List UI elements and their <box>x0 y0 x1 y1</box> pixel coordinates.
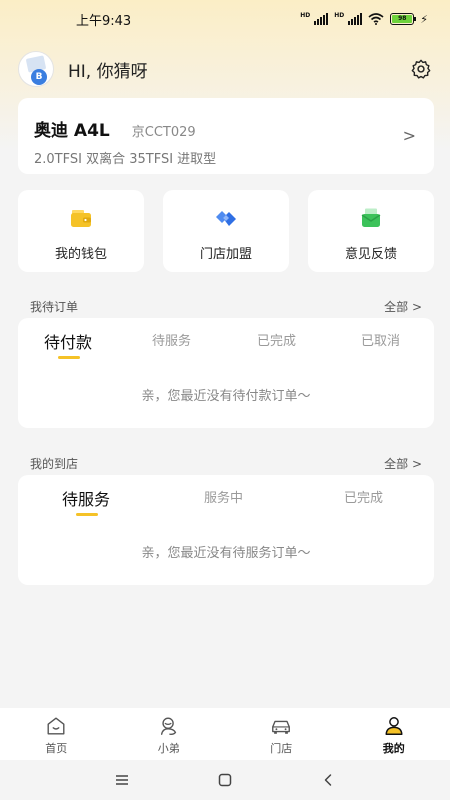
battery-icon: 98 <box>390 13 417 25</box>
my-visits-tabs: 待服务 服务中 已完成 <box>18 475 434 521</box>
vehicle-card[interactable]: 奥迪 A4L 京CCT029 2.0TFSI 双离合 35TFSI 进取型 > <box>18 98 434 174</box>
tabbar-item-home[interactable]: 首页 <box>0 708 113 760</box>
vehicle-name: 奥迪 A4L <box>34 121 110 141</box>
store-join-label: 门店加盟 <box>199 247 252 262</box>
pending-orders-empty-message: 亲，您最近没有待付款订单～ <box>141 389 311 404</box>
system-nav-bar <box>0 760 450 800</box>
tabbar-item-profile[interactable]: 我的 <box>338 708 450 760</box>
hd-icon: HD <box>300 11 311 19</box>
tabbar-item-assistant[interactable]: 小弟 <box>113 708 226 760</box>
tabbar-label-assistant: 小弟 <box>157 742 180 755</box>
status-time: 上午9:43 <box>76 13 132 29</box>
tab-visit-pending-service[interactable]: 待服务 <box>62 486 110 510</box>
tab-pending-payment[interactable]: 待付款 <box>44 329 92 353</box>
feedback-icon <box>361 208 381 227</box>
status-bar: 上午9:43 HD HD 98 ⚡ <box>0 0 450 38</box>
menu-icon <box>115 775 128 785</box>
tabbar-label-profile: 我的 <box>382 742 405 755</box>
pending-orders-title: 我待订单 <box>30 300 79 314</box>
feedback-label: 意见反馈 <box>344 247 397 262</box>
signal-icon-2 <box>348 13 363 25</box>
battery-level: 98 <box>392 15 413 23</box>
tab-cancelled[interactable]: 已取消 <box>361 330 400 349</box>
avatar[interactable]: B <box>18 51 54 87</box>
tab-visit-in-service[interactable]: 服务中 <box>204 487 243 506</box>
my-visits-empty-message: 亲，您最近没有待服务订单～ <box>141 546 311 561</box>
pending-orders-tabs: 待付款 待服务 已完成 已取消 <box>18 318 434 364</box>
back-chevron-icon <box>325 774 332 786</box>
greeting-text: HI, 你猜呀 <box>68 61 148 82</box>
chevron-right-icon: > <box>402 126 416 145</box>
menu-button[interactable] <box>110 768 134 792</box>
pending-orders-all-link[interactable]: 全部 > <box>384 298 422 315</box>
car-store-icon <box>272 720 291 734</box>
my-visits-card: 待服务 服务中 已完成 亲，您最近没有待服务订单～ <box>18 475 434 585</box>
home-icon <box>47 717 65 735</box>
active-tab-indicator <box>76 513 98 516</box>
license-plate: 京CCT029 <box>131 125 196 140</box>
wallet-label: 我的钱包 <box>54 247 107 262</box>
my-visits-title: 我的到店 <box>30 457 79 471</box>
profile-icon <box>385 717 403 735</box>
assistant-icon <box>160 717 176 736</box>
active-tab-indicator <box>58 356 80 359</box>
back-button[interactable] <box>316 768 340 792</box>
store-join-icon <box>216 211 236 226</box>
hd-icon-2: HD <box>334 11 345 19</box>
tabbar-item-store[interactable]: 门店 <box>225 708 338 760</box>
feedback-button[interactable]: 意见反馈 <box>308 190 434 272</box>
home-button[interactable] <box>213 768 237 792</box>
tab-visit-completed[interactable]: 已完成 <box>344 487 383 506</box>
square-home-icon <box>218 773 232 787</box>
status-icons: HD HD 98 ⚡ <box>300 11 428 26</box>
tabbar-label-home: 首页 <box>45 742 68 755</box>
tabbar-label-store: 门店 <box>270 742 293 755</box>
signal-icon <box>314 13 329 25</box>
tab-pending-service[interactable]: 待服务 <box>152 330 191 349</box>
profile-header: B HI, 你猜呀 <box>18 48 432 90</box>
wallet-button[interactable]: 我的钱包 <box>18 190 144 272</box>
pending-orders-card: 待付款 待服务 已完成 已取消 亲，您最近没有待付款订单～ <box>18 318 434 428</box>
store-join-button[interactable]: 门店加盟 <box>163 190 289 272</box>
my-visits-all-link[interactable]: 全部 > <box>384 455 422 472</box>
wallet-icon <box>71 210 91 227</box>
vehicle-spec: 2.0TFSI 双离合 35TFSI 进取型 <box>34 152 217 167</box>
gear-icon[interactable] <box>410 58 432 80</box>
bottom-tab-bar: 首页 小弟 门店 我的 <box>0 708 450 760</box>
charging-icon: ⚡ <box>420 12 428 26</box>
wifi-icon <box>368 13 384 25</box>
tab-completed[interactable]: 已完成 <box>257 330 296 349</box>
